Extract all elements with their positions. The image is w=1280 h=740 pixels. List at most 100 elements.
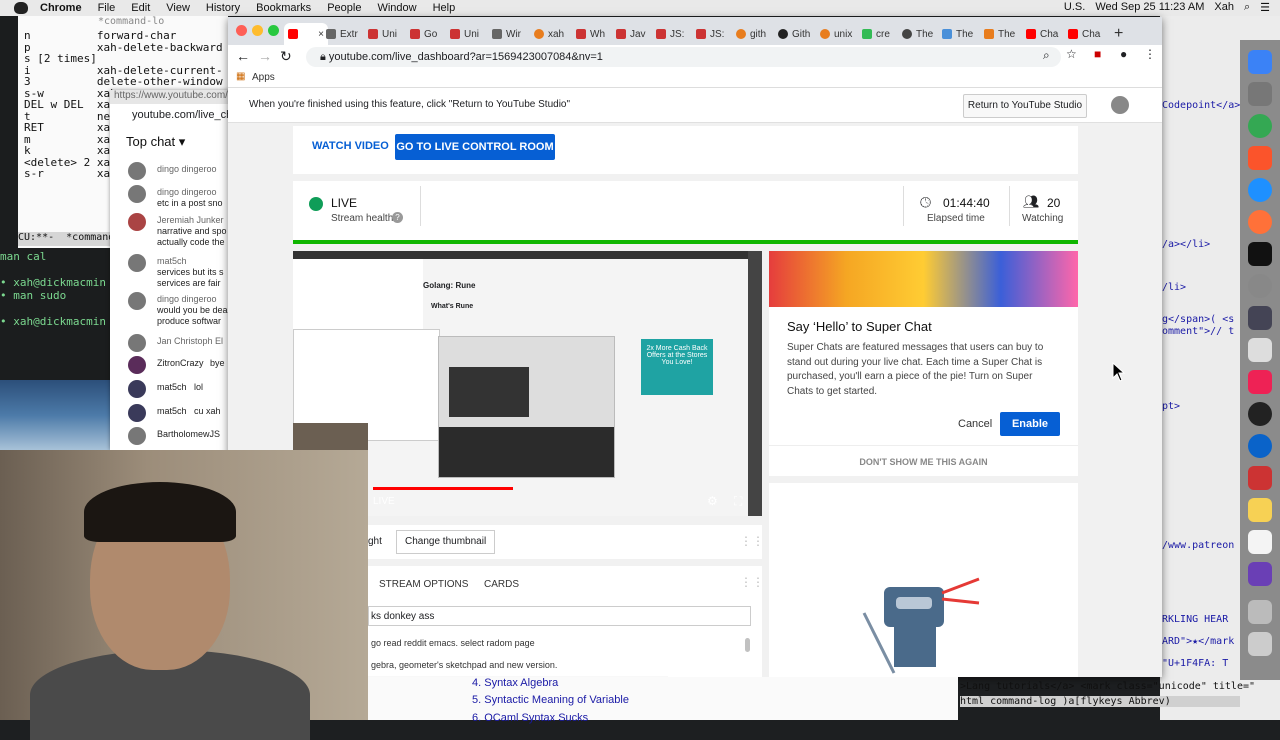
go-to-live-control-room-button[interactable]: GO TO LIVE CONTROL ROOM bbox=[395, 134, 555, 160]
edit-button[interactable]: ght bbox=[368, 536, 382, 547]
menu-app[interactable]: Chrome bbox=[40, 2, 82, 14]
tab[interactable]: The bbox=[942, 23, 973, 45]
close-icon[interactable]: × bbox=[318, 29, 324, 40]
notes-icon[interactable] bbox=[1248, 498, 1272, 522]
minimize-window-button[interactable] bbox=[252, 25, 263, 36]
menu-view[interactable]: View bbox=[166, 2, 190, 14]
star-icon[interactable]: ☆ bbox=[1066, 47, 1077, 61]
menu-help[interactable]: Help bbox=[433, 2, 456, 14]
address-bar[interactable]: 🔒︎ youtube.com/live_dashboard?ar=1569423… bbox=[306, 47, 1061, 67]
activity-icon[interactable] bbox=[1248, 306, 1272, 330]
drag-handle-icon[interactable]: ⋮⋮ bbox=[740, 575, 764, 589]
account-icon[interactable]: ● bbox=[1120, 47, 1127, 61]
tab[interactable]: unix bbox=[820, 23, 852, 45]
tab-strip: × Extr Uni Go Uni Wir xah Wh Jav JS: JS:… bbox=[228, 17, 1162, 45]
calendar-icon[interactable] bbox=[1248, 338, 1272, 362]
tab[interactable]: Extr bbox=[326, 23, 358, 45]
emacs-icon[interactable] bbox=[1248, 562, 1272, 586]
watch-video-button[interactable]: WATCH VIDEO bbox=[312, 140, 389, 152]
app-icon[interactable] bbox=[1248, 434, 1272, 458]
clock-label[interactable]: Wed Sep 25 11:23 AM bbox=[1095, 1, 1204, 14]
forward-arrow-icon[interactable]: → bbox=[258, 48, 272, 64]
tab[interactable]: Uni bbox=[450, 23, 479, 45]
apple-icon[interactable] bbox=[14, 2, 28, 14]
finder-icon[interactable] bbox=[1248, 50, 1272, 74]
doc-list-item[interactable]: 5. Syntactic Meaning of Variable bbox=[472, 694, 629, 706]
drag-handle-icon[interactable]: ⋮⋮ bbox=[740, 534, 764, 548]
menu-history[interactable]: History bbox=[206, 2, 240, 14]
gear-icon[interactable]: ⚙ bbox=[707, 494, 718, 508]
tab[interactable]: Go bbox=[410, 23, 437, 45]
avatar[interactable] bbox=[1111, 96, 1129, 114]
brave-icon[interactable] bbox=[1248, 146, 1272, 170]
tab[interactable]: Cha bbox=[1068, 23, 1100, 45]
tab[interactable]: Uni bbox=[368, 23, 397, 45]
obs-icon[interactable] bbox=[1248, 402, 1272, 426]
chat-author: dingo dingeroo bbox=[157, 164, 217, 174]
trash-icon[interactable] bbox=[1248, 632, 1272, 656]
zoom-window-button[interactable] bbox=[268, 25, 279, 36]
locale-label[interactable]: U.S. bbox=[1064, 1, 1085, 14]
menu-edit[interactable]: Edit bbox=[131, 2, 150, 14]
launchpad-icon[interactable] bbox=[1248, 82, 1272, 106]
firefox-icon[interactable] bbox=[1248, 210, 1272, 234]
tab[interactable]: gith bbox=[736, 23, 766, 45]
tab[interactable]: xah bbox=[534, 23, 564, 45]
video-progress-bar[interactable] bbox=[373, 487, 513, 490]
tab-cards[interactable]: CARDS bbox=[484, 579, 519, 590]
tab[interactable]: Wir bbox=[492, 23, 521, 45]
tab[interactable]: The bbox=[984, 23, 1015, 45]
user-label[interactable]: Xah bbox=[1214, 1, 1234, 14]
menu-window[interactable]: Window bbox=[377, 2, 416, 14]
kebab-menu-icon[interactable]: ⋮ bbox=[1144, 47, 1156, 61]
fullscreen-icon[interactable]: ⛶ bbox=[734, 494, 742, 509]
app-icon[interactable] bbox=[1248, 370, 1272, 394]
tab[interactable]: Jav bbox=[616, 23, 646, 45]
tab[interactable]: Cha bbox=[1026, 23, 1058, 45]
tab-active[interactable]: × bbox=[284, 23, 328, 45]
photo-booth-icon[interactable] bbox=[1248, 466, 1272, 490]
studio-content: When you're finished using this feature,… bbox=[228, 88, 1162, 677]
title-input[interactable]: ks donkey ass bbox=[368, 606, 751, 626]
tab-label: Gith bbox=[792, 28, 811, 40]
return-to-studio-button[interactable]: Return to YouTube Studio bbox=[963, 94, 1087, 118]
new-tab-button[interactable]: + bbox=[1114, 23, 1123, 45]
safari-icon[interactable] bbox=[1248, 178, 1272, 202]
chrome-icon[interactable] bbox=[1248, 114, 1272, 138]
back-arrow-icon[interactable]: ← bbox=[236, 48, 250, 64]
folder-icon[interactable] bbox=[1248, 600, 1272, 624]
description-scrollbar[interactable] bbox=[745, 638, 750, 652]
cancel-button[interactable]: Cancel bbox=[958, 418, 992, 430]
editor-line: /www.patreon bbox=[1162, 540, 1235, 551]
close-window-button[interactable] bbox=[236, 25, 247, 36]
menu-bookmarks[interactable]: Bookmarks bbox=[256, 2, 311, 14]
enable-button[interactable]: Enable bbox=[1000, 412, 1060, 436]
tab-stream-options[interactable]: STREAM OPTIONS bbox=[379, 579, 468, 590]
terminal-icon[interactable] bbox=[1248, 242, 1272, 266]
doc-list-item[interactable]: 4. Syntax Algebra bbox=[472, 677, 558, 689]
search-icon[interactable]: ⌕ bbox=[1244, 1, 1250, 14]
top-chat-dropdown[interactable]: Top chat ▾ bbox=[126, 134, 185, 150]
tab[interactable]: cre bbox=[862, 23, 890, 45]
help-icon[interactable]: ? bbox=[392, 212, 403, 223]
tab[interactable]: JS: bbox=[696, 23, 724, 45]
tab[interactable]: JS: bbox=[656, 23, 684, 45]
reload-icon[interactable]: ↻ bbox=[280, 48, 292, 65]
dont-show-again-button[interactable]: DON'T SHOW ME THIS AGAIN bbox=[769, 457, 1078, 467]
tab[interactable]: Gith bbox=[778, 23, 810, 45]
apps-grid-icon[interactable]: ▦ bbox=[236, 71, 245, 82]
apps-bookmark[interactable]: Apps bbox=[252, 72, 275, 83]
tab[interactable]: Wh bbox=[576, 23, 605, 45]
doc-list-item[interactable]: 6. OCaml Syntax Sucks bbox=[472, 712, 588, 724]
zoom-icon[interactable]: ⌕ bbox=[1043, 48, 1050, 63]
settings-icon[interactable] bbox=[1248, 274, 1272, 298]
chat-address-bar[interactable]: youtube.com/live_cha bbox=[110, 106, 238, 124]
menu-list-icon[interactable]: ☰ bbox=[1260, 1, 1270, 14]
textedit-icon[interactable] bbox=[1248, 530, 1272, 554]
tab[interactable]: The bbox=[902, 23, 933, 45]
extension-icon[interactable]: ■ bbox=[1094, 47, 1101, 61]
menu-people[interactable]: People bbox=[327, 2, 361, 14]
change-thumbnail-button[interactable]: Change thumbnail bbox=[396, 530, 496, 554]
menu-file[interactable]: File bbox=[98, 2, 116, 14]
stream-health-bar bbox=[293, 240, 1078, 244]
